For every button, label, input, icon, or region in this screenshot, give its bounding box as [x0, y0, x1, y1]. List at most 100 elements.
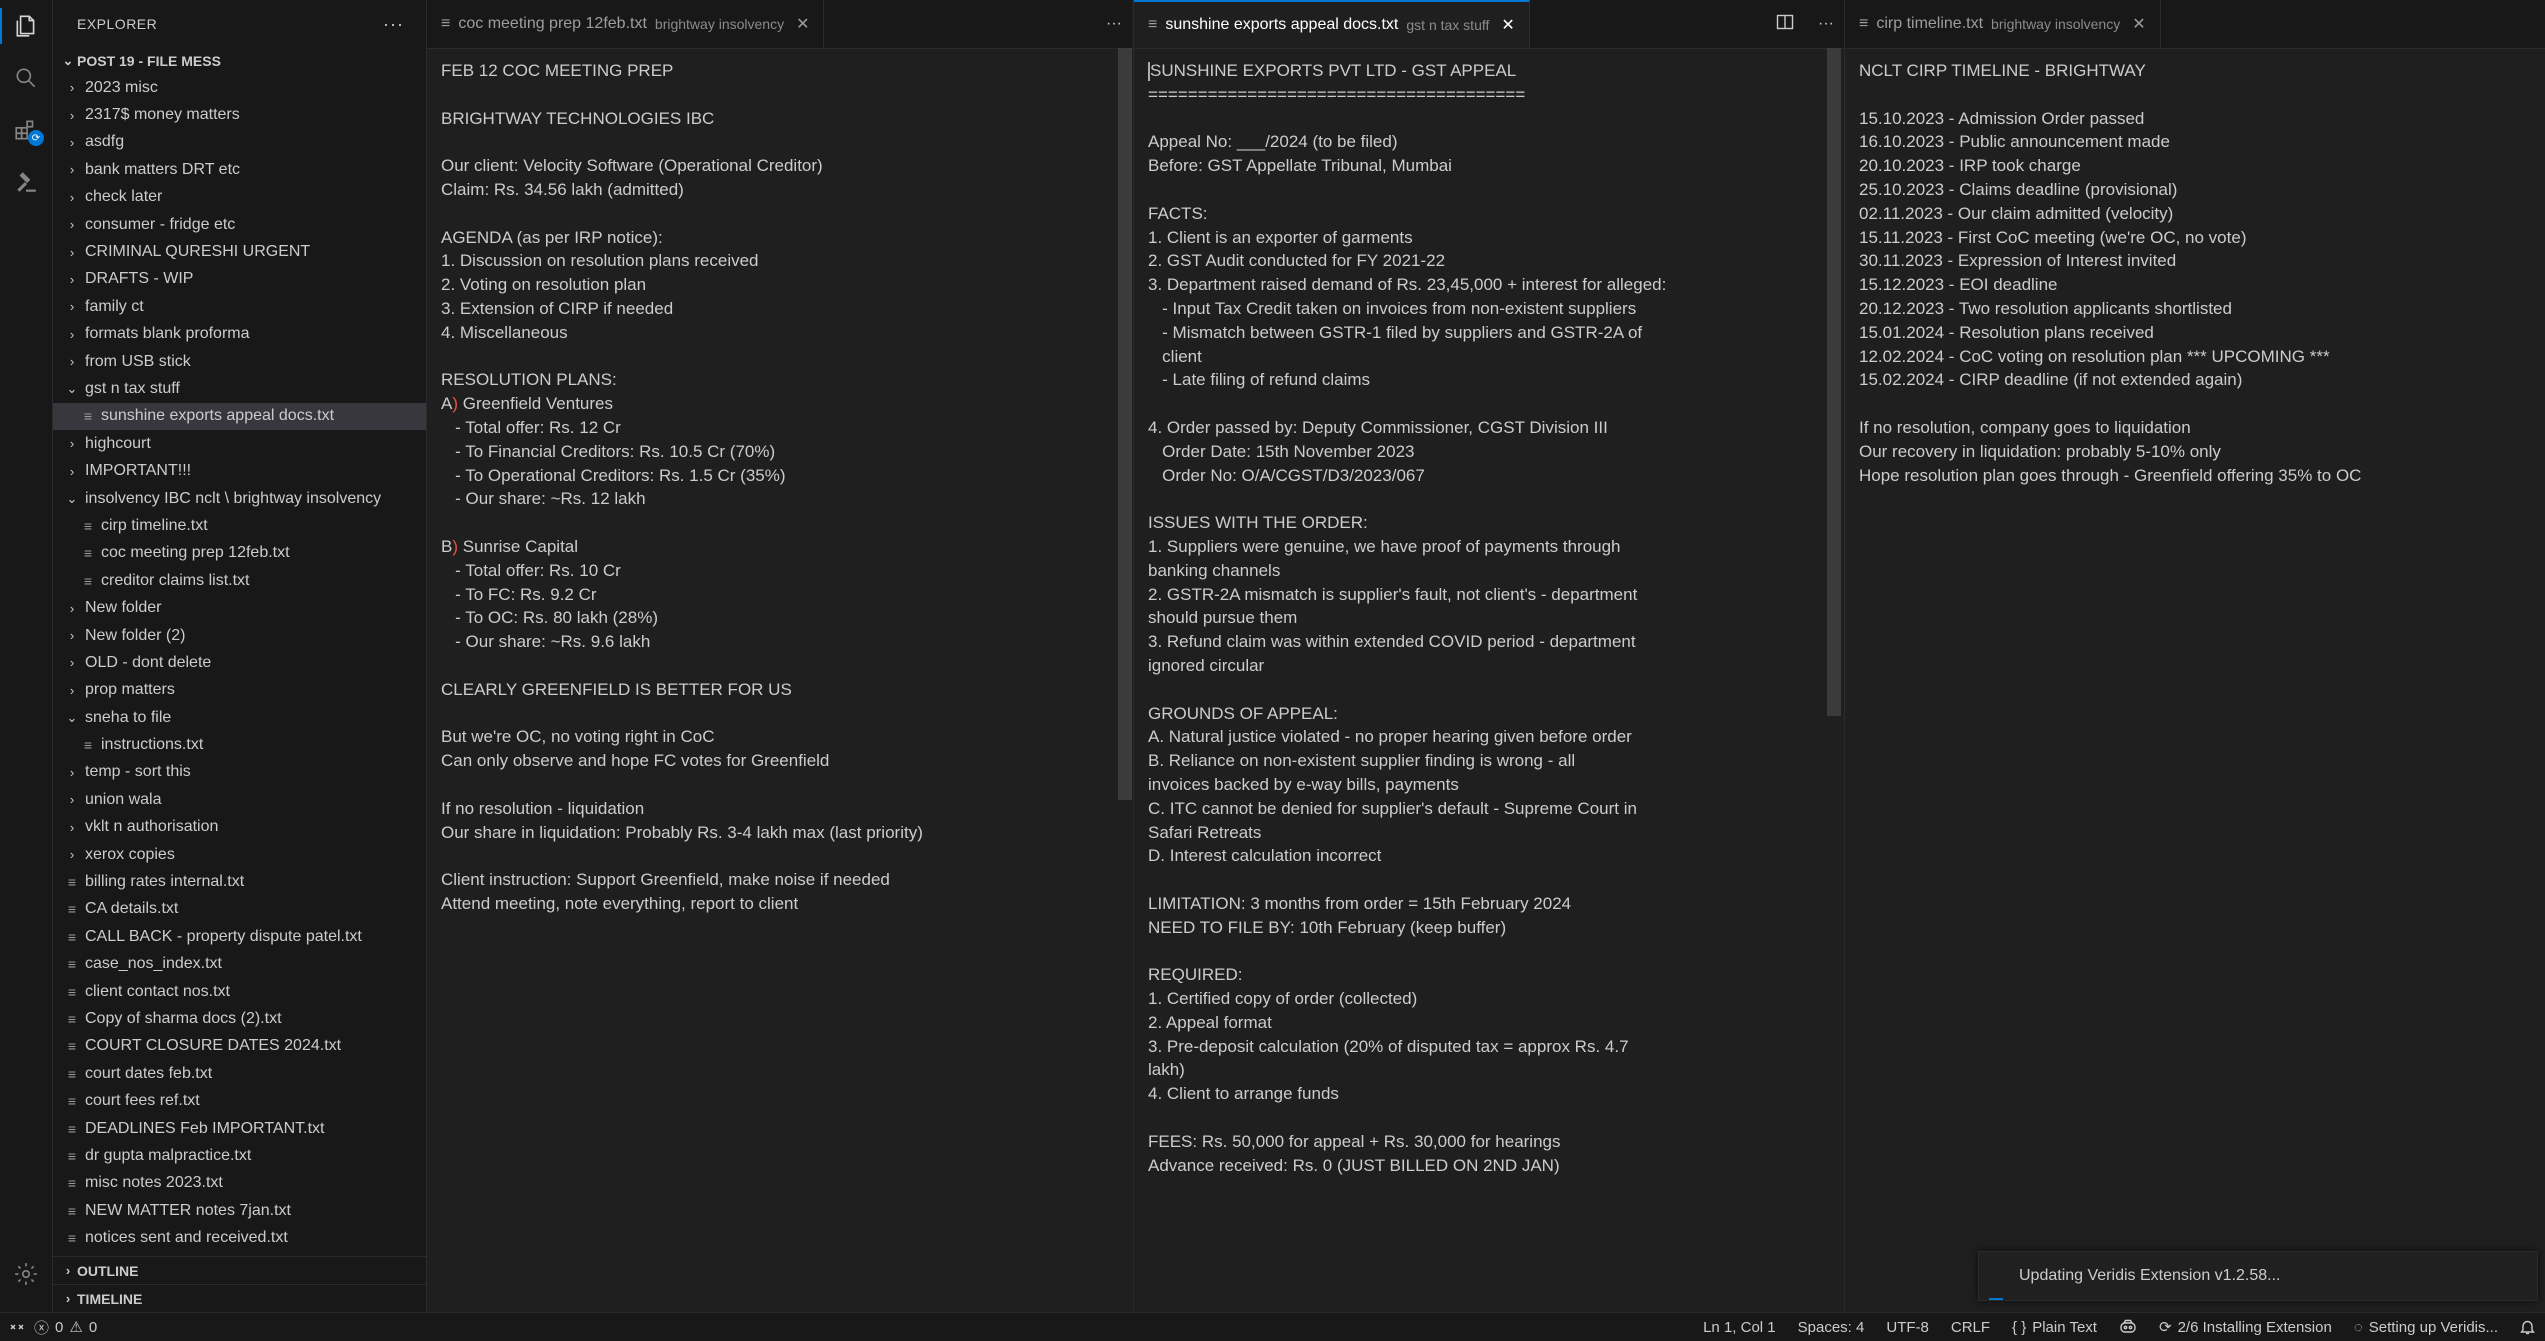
eol-status[interactable]: CRLF [1951, 1319, 1990, 1336]
more-actions-button[interactable]: ··· [1818, 15, 1834, 33]
remote-indicator-icon[interactable] [0, 1313, 34, 1341]
file-item[interactable]: ≡ coc meeting prep 12feb.txt [53, 540, 426, 567]
folder-item[interactable]: › asdfg [53, 129, 426, 156]
tab-coc-meeting-prep[interactable]: ≡ coc meeting prep 12feb.txt brightway i… [427, 0, 825, 48]
folder-item[interactable]: › from USB stick [53, 348, 426, 375]
file-item[interactable]: ≡ cirp timeline.txt [53, 512, 426, 539]
folder-item[interactable]: › New folder [53, 594, 426, 621]
folder-item[interactable]: › 2023 misc [53, 74, 426, 101]
tab-cirp-timeline[interactable]: ≡ cirp timeline.txt brightway insolvency… [1845, 0, 2161, 48]
file-item[interactable]: ≡ DEADLINES Feb IMPORTANT.txt [53, 1115, 426, 1142]
tree-item-label: misc notes 2023.txt [85, 1174, 223, 1192]
editor-line: 1. Client is an exporter of garments [1148, 227, 1413, 247]
editor-group-coc: ≡ coc meeting prep 12feb.txt brightway i… [427, 0, 1132, 1312]
file-item[interactable]: ≡ dr gupta malpractice.txt [53, 1142, 426, 1169]
indentation-status[interactable]: Spaces: 4 [1798, 1319, 1865, 1336]
vertical-scrollbar[interactable] [1118, 48, 1132, 800]
file-item[interactable]: ≡ misc notes 2023.txt [53, 1170, 426, 1197]
folder-item[interactable]: › temp - sort this [53, 759, 426, 786]
gavel-icon[interactable] [0, 156, 52, 208]
folder-item[interactable]: › consumer - fridge etc [53, 211, 426, 238]
text-editor[interactable]: NCLT CIRP TIMELINE - BRIGHTWAY 15.10.2023… [1845, 49, 2545, 487]
workspace-root-folder[interactable]: ⌄ POST 19 - FILE MESS [53, 48, 426, 74]
editor-line: A. Natural justice violated - no proper … [1148, 727, 1632, 747]
close-icon[interactable]: ✕ [2132, 14, 2145, 34]
text-editor[interactable]: FEB 12 COC MEETING PREP BRIGHTWAY TECHNOL… [427, 49, 1132, 916]
editor-line: REQUIRED: [1148, 965, 1243, 985]
editor-line: 3. Extension of CIRP if needed [441, 298, 674, 318]
encoding-status[interactable]: UTF-8 [1886, 1319, 1929, 1336]
tree-item-label: New folder (2) [85, 626, 186, 644]
editor-line: 30.11.2023 - Expression of Interest invi… [1859, 251, 2177, 271]
folder-item[interactable]: › CRIMINAL QURESHI URGENT [53, 238, 426, 265]
text-editor[interactable]: SUNSHINE EXPORTS PVT LTD - GST APPEAL ===… [1134, 49, 1844, 1177]
folder-item[interactable]: › check later [53, 184, 426, 211]
folder-item[interactable]: ⌄ insolvency IBC nclt \ brightway insolve… [53, 485, 426, 512]
close-icon[interactable]: ✕ [796, 14, 809, 34]
editor-line: - To FC: Rs. 9.2 Cr [441, 584, 597, 604]
split-editor-icon[interactable] [1776, 13, 1794, 36]
search-icon[interactable] [0, 52, 52, 104]
copilot-icon[interactable] [2119, 1319, 2137, 1335]
chevron-right-icon: › [69, 271, 75, 287]
file-item[interactable]: ≡ case_nos_index.txt [53, 951, 426, 978]
file-item[interactable]: ≡ sunshine exports appeal docs.txt [53, 402, 426, 431]
folder-item[interactable]: › prop matters [53, 677, 426, 704]
folder-item[interactable]: › 2317$ money matters [53, 101, 426, 128]
text-file-icon: ≡ [67, 1147, 77, 1164]
extensions-icon[interactable]: ⟳ [0, 104, 52, 156]
file-item[interactable]: ≡ CA details.txt [53, 896, 426, 923]
notifications-bell-icon[interactable] [2520, 1319, 2535, 1335]
chevron-right-icon: › [69, 80, 75, 96]
folder-item[interactable]: › family ct [53, 293, 426, 320]
file-item[interactable]: ≡ notices sent and received.txt [53, 1224, 426, 1251]
file-item[interactable]: ≡ court dates feb.txt [53, 1060, 426, 1087]
editor-group-sunshine: ≡ sunshine exports appeal docs.txt gst n… [1133, 0, 1844, 1312]
tree-item-label: dr gupta malpractice.txt [85, 1146, 252, 1164]
explorer-more-actions-button[interactable]: ··· [383, 14, 404, 35]
setup-progress-status[interactable]: ◌ Setting up Veridis... [2354, 1319, 2498, 1336]
editor-line: 20.12.2023 - Two resolution applicants s… [1859, 298, 2232, 318]
file-item[interactable]: ≡ NEW MATTER notes 7jan.txt [53, 1197, 426, 1224]
language-mode[interactable]: { } Plain Text [2012, 1319, 2097, 1336]
settings-gear-icon[interactable] [0, 1248, 52, 1300]
file-item[interactable]: ≡ billing rates internal.txt [53, 868, 426, 895]
tree-item-label: consumer - fridge etc [85, 215, 236, 233]
file-item[interactable]: ≡ COURT CLOSURE DATES 2024.txt [53, 1033, 426, 1060]
tree-item-label: CALL BACK - property dispute patel.txt [85, 927, 362, 945]
folder-item[interactable]: › formats blank proforma [53, 321, 426, 348]
file-item[interactable]: ≡ instructions.txt [53, 731, 426, 758]
file-item[interactable]: ≡ Copy of sharma docs (2).txt [53, 1005, 426, 1032]
tab-description: gst n tax stuff [1406, 17, 1490, 33]
tree-item-label: coc meeting prep 12feb.txt [101, 544, 290, 562]
folder-item[interactable]: › New folder (2) [53, 622, 426, 649]
tab-sunshine-exports[interactable]: ≡ sunshine exports appeal docs.txt gst n… [1134, 0, 1530, 48]
braces-icon: { } [2012, 1318, 2027, 1336]
vertical-scrollbar[interactable] [1827, 48, 1841, 716]
folder-item[interactable]: › union wala [53, 786, 426, 813]
folder-item[interactable]: ⌄ gst n tax stuff [53, 375, 426, 402]
explorer-icon[interactable] [0, 0, 52, 52]
cursor-position[interactable]: Ln 1, Col 1 [1703, 1319, 1776, 1336]
file-item[interactable]: ≡ client contact nos.txt [53, 978, 426, 1005]
outline-section[interactable]: › OUTLINE [53, 1256, 426, 1284]
folder-item[interactable]: › IMPORTANT!!! [53, 457, 426, 484]
file-item[interactable]: ≡ creditor claims list.txt [53, 567, 426, 594]
folder-item[interactable]: › highcourt [53, 430, 426, 457]
text-file-icon: ≡ [67, 1175, 77, 1192]
folder-item[interactable]: ⌄ sneha to file [53, 704, 426, 731]
file-item[interactable]: ≡ court fees ref.txt [53, 1087, 426, 1114]
folder-item[interactable]: › vklt n authorisation [53, 814, 426, 841]
file-item[interactable]: ≡ CALL BACK - property dispute patel.txt [53, 923, 426, 950]
editor-line: FEES: Rs. 50,000 for appeal + Rs. 30,000… [1148, 1131, 1561, 1151]
folder-item[interactable]: › xerox copies [53, 841, 426, 868]
timeline-section[interactable]: › TIMELINE [53, 1284, 426, 1312]
problems-status[interactable]: ⓧ 0 ⚠ 0 [34, 1317, 97, 1338]
close-icon[interactable]: ✕ [1501, 15, 1514, 35]
more-actions-button[interactable]: ··· [1106, 15, 1122, 33]
folder-item[interactable]: › DRAFTS - WIP [53, 266, 426, 293]
extension-update-notification[interactable]: Updating Veridis Extension v1.2.58... [1978, 1251, 2538, 1301]
installing-extension-status[interactable]: ⟳ 2/6 Installing Extension [2159, 1318, 2332, 1337]
folder-item[interactable]: › bank matters DRT etc [53, 156, 426, 183]
folder-item[interactable]: › OLD - dont delete [53, 649, 426, 676]
